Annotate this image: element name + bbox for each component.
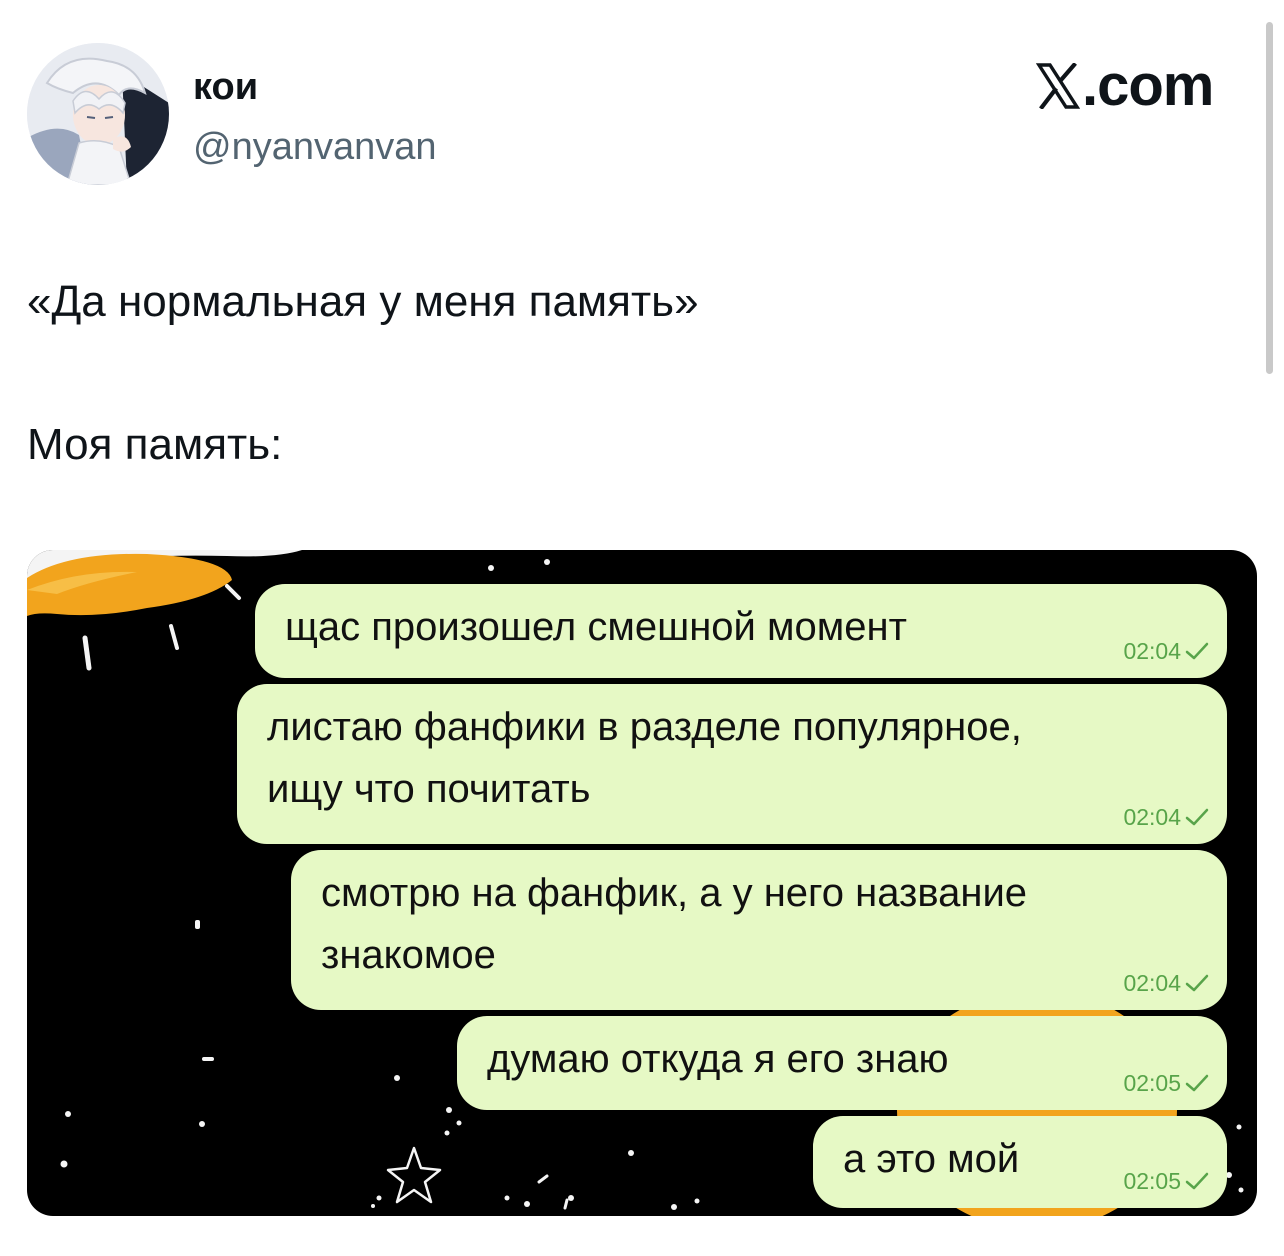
- avatar-illustration: [27, 43, 169, 185]
- sent-check-icon: [1185, 974, 1209, 992]
- chat-message-text: думаю откуда я его знаю: [487, 1037, 949, 1081]
- avatar[interactable]: [27, 43, 169, 185]
- chat-message-meta: 02:04: [1123, 804, 1209, 830]
- chat-message-bubble[interactable]: а это мой 02:05: [813, 1116, 1227, 1208]
- chat-message-bubble[interactable]: смотрю на фанфик, а у него название знак…: [291, 850, 1227, 1010]
- tweet-image-chat-screenshot[interactable]: щас произошел смешной момент 02:04 листа…: [27, 550, 1257, 1216]
- chat-message-time: 02:05: [1123, 1070, 1181, 1096]
- chat-message-text: смотрю на фанфик, а у него название знак…: [321, 871, 1028, 977]
- chat-message-bubble[interactable]: щас произошел смешной момент 02:04: [255, 584, 1227, 678]
- chat-message-meta: 02:05: [1123, 1070, 1209, 1096]
- author-display-name[interactable]: кои: [193, 64, 258, 110]
- chat-message-time: 02:04: [1123, 804, 1181, 830]
- chat-message-bubble[interactable]: листаю фанфики в разделе популярное, ищу…: [237, 684, 1227, 844]
- page-scrollbar[interactable]: [1266, 22, 1273, 374]
- chat-message-meta: 02:04: [1123, 970, 1209, 996]
- brand-watermark: .com: [1036, 53, 1214, 118]
- chat-message-time: 02:04: [1123, 970, 1181, 996]
- sent-check-icon: [1185, 808, 1209, 826]
- sent-check-icon: [1185, 1074, 1209, 1092]
- tweet-text-line-1: «Да нормальная у меня память»: [27, 277, 699, 326]
- chat-message-text: щас произошел смешной момент: [285, 605, 907, 649]
- x-logo-icon: [1036, 63, 1080, 109]
- chat-message-text: листаю фанфики в разделе популярное, ищу…: [267, 705, 1022, 811]
- sent-check-icon: [1185, 1172, 1209, 1190]
- tweet-text-line-2: Моя память:: [27, 420, 283, 469]
- chat-message-meta: 02:04: [1123, 638, 1209, 664]
- chat-message-bubble[interactable]: думаю откуда я его знаю 02:05: [457, 1016, 1227, 1110]
- chat-message-text: а это мой: [843, 1137, 1020, 1181]
- brand-domain: .com: [1082, 53, 1214, 118]
- author-handle[interactable]: @nyanvanvan: [193, 124, 437, 170]
- chat-message-time: 02:04: [1123, 638, 1181, 664]
- chat-message-meta: 02:05: [1123, 1168, 1209, 1194]
- sent-check-icon: [1185, 642, 1209, 660]
- chat-message-time: 02:05: [1123, 1168, 1181, 1194]
